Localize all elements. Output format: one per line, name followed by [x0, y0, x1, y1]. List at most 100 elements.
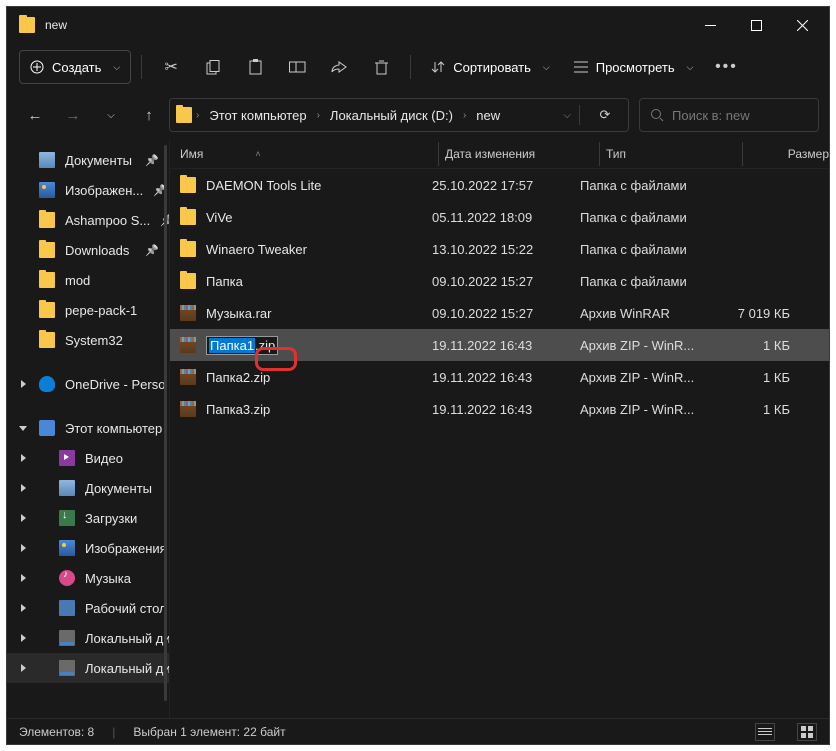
sidebar-item-label: Этот компьютер — [65, 421, 162, 436]
folder-icon — [180, 273, 196, 289]
view-details-button[interactable] — [755, 723, 775, 741]
sidebar-item-label: mod — [65, 273, 90, 288]
file-name: ViVe — [206, 210, 233, 225]
file-row[interactable]: Папка09.10.2022 15:27Папка с файлами — [170, 265, 829, 297]
breadcrumb-disk[interactable]: Локальный диск (D:) — [324, 108, 459, 123]
file-row[interactable]: Папка1.zip 19.11.2022 16:43Архив ZIP - Wi… — [170, 329, 829, 361]
more-button[interactable]: ••• — [707, 50, 745, 84]
view-tiles-button[interactable] — [797, 723, 817, 741]
breadcrumb[interactable]: › Этот компьютер › Локальный диск (D:) ›… — [169, 98, 629, 132]
share-button[interactable] — [320, 50, 358, 84]
maximize-button[interactable] — [733, 9, 779, 41]
disk-icon — [59, 630, 75, 646]
sidebar-item[interactable]: mod — [7, 265, 169, 295]
sidebar-item[interactable]: Downloads📌 — [7, 235, 169, 265]
forward-button[interactable]: → — [55, 97, 91, 133]
sidebar-item[interactable]: Этот компьютер — [7, 413, 169, 443]
folder-icon — [39, 272, 55, 288]
folder-icon — [39, 332, 55, 348]
file-date: 09.10.2022 15:27 — [432, 306, 580, 321]
sidebar-item-label: Музыка — [85, 571, 131, 586]
file-row[interactable]: ViVe05.11.2022 18:09Папка с файлами — [170, 201, 829, 233]
search-input[interactable]: Поиск в: new — [639, 98, 819, 132]
refresh-button[interactable]: ⟳ — [588, 107, 622, 123]
sidebar-item-label: Документы — [85, 481, 152, 496]
file-name: Папка3.zip — [206, 402, 270, 417]
file-date: 19.11.2022 16:43 — [432, 338, 580, 353]
file-type: Папка с файлами — [580, 274, 710, 289]
sidebar-item[interactable]: Изображен...📌 — [7, 175, 169, 205]
chevron-down-icon: ⌵ — [113, 62, 120, 73]
breadcrumb-dropdown[interactable]: ⌵ — [563, 110, 571, 121]
view-button[interactable]: Просмотреть ⌵ — [564, 50, 704, 84]
sidebar-item-label: Загрузки — [85, 511, 137, 526]
breadcrumb-root[interactable]: Этот компьютер — [203, 108, 312, 123]
pin-icon: 📌 — [153, 184, 167, 197]
file-name: DAEMON Tools Lite — [206, 178, 321, 193]
folder-icon — [180, 209, 196, 225]
column-size[interactable]: Размер — [749, 147, 829, 161]
file-list[interactable]: DAEMON Tools Lite 25.10.2022 17:57 Папка с… — [170, 169, 829, 718]
back-button[interactable]: ← — [17, 97, 53, 133]
search-icon — [650, 108, 664, 122]
file-name: Папка2.zip — [206, 370, 270, 385]
sidebar-item[interactable]: Локальный ди — [7, 653, 169, 683]
folder-icon — [176, 107, 192, 123]
sort-button[interactable]: Сортировать ⌵ — [421, 50, 560, 84]
folder-icon — [180, 241, 196, 257]
paste-button[interactable] — [236, 50, 274, 84]
file-date: 25.10.2022 17:57 — [432, 178, 580, 193]
file-type: Архив ZIP - WinR... — [580, 338, 710, 353]
file-type: Архив ZIP - WinR... — [580, 370, 710, 385]
sidebar-item[interactable]: System32 — [7, 325, 169, 355]
file-size: 7 019 КБ — [710, 306, 790, 321]
sidebar-item[interactable]: Локальный ди — [7, 623, 169, 653]
rename-icon — [289, 60, 306, 74]
copy-button[interactable] — [194, 50, 232, 84]
file-date: 09.10.2022 15:27 — [432, 274, 580, 289]
doc-icon — [39, 152, 55, 168]
file-row[interactable]: Папка2.zip 19.11.2022 16:43Архив ZIP - Wi… — [170, 361, 829, 393]
recent-button[interactable]: ⌵ — [93, 97, 129, 133]
rename-input[interactable]: Папка1.zip — [206, 336, 278, 355]
minimize-button[interactable] — [687, 9, 733, 41]
cut-button[interactable]: ✂ — [152, 50, 190, 84]
sidebar-item[interactable]: Рабочий стол — [7, 593, 169, 623]
column-date[interactable]: Дата изменения — [445, 147, 593, 161]
sidebar-item[interactable]: Документы📌 — [7, 145, 169, 175]
sidebar-item[interactable]: Видео — [7, 443, 169, 473]
sidebar-item-label: Локальный ди — [85, 631, 169, 646]
sidebar[interactable]: Документы📌Изображен...📌Ashampoo S...📌Dow… — [7, 139, 169, 718]
delete-button[interactable] — [362, 50, 400, 84]
chevron-down-icon: ⌵ — [687, 62, 694, 73]
file-row[interactable]: DAEMON Tools Lite25.10.2022 17:57Папка с… — [170, 169, 829, 201]
sidebar-item[interactable]: Загрузки — [7, 503, 169, 533]
sidebar-item[interactable]: Музыка — [7, 563, 169, 593]
sidebar-item-label: System32 — [65, 333, 123, 348]
sidebar-item[interactable]: Изображения — [7, 533, 169, 563]
folder-icon — [39, 242, 55, 258]
titlebar: new — [7, 7, 829, 43]
column-type[interactable]: Тип — [606, 147, 736, 161]
status-selected: Выбран 1 элемент: 22 байт — [133, 725, 285, 739]
sidebar-item[interactable]: Ashampoo S...📌 — [7, 205, 169, 235]
file-type: Папка с файлами — [580, 210, 710, 225]
folder-icon — [180, 177, 196, 193]
toolbar: Создать ⌵ ✂ Сортировать ⌵ Просмотреть ⌵ … — [7, 43, 829, 91]
sidebar-item[interactable]: OneDrive - Perso — [7, 369, 169, 399]
file-row[interactable]: Папка3.zip19.11.2022 16:43Архив ZIP - Wi… — [170, 393, 829, 425]
explorer-window: new Создать ⌵ ✂ Сортировать ⌵ Просмотрет… — [6, 6, 830, 745]
column-name[interactable]: Имя˄ — [180, 147, 432, 161]
sidebar-item[interactable]: Документы — [7, 473, 169, 503]
rename-button[interactable] — [278, 50, 316, 84]
rar-icon — [180, 401, 196, 417]
file-row[interactable]: Winaero Tweaker13.10.2022 15:22Папка с ф… — [170, 233, 829, 265]
status-bar: Элементов: 8 | Выбран 1 элемент: 22 байт — [7, 718, 829, 744]
up-button[interactable]: ↑ — [131, 97, 167, 133]
file-row[interactable]: Музыка.rar09.10.2022 15:27Архив WinRAR7 … — [170, 297, 829, 329]
file-date: 19.11.2022 16:43 — [432, 370, 580, 385]
create-button[interactable]: Создать ⌵ — [19, 50, 131, 84]
sidebar-item[interactable]: pepe-pack-1 — [7, 295, 169, 325]
close-button[interactable] — [779, 9, 825, 41]
breadcrumb-folder[interactable]: new — [470, 108, 506, 123]
